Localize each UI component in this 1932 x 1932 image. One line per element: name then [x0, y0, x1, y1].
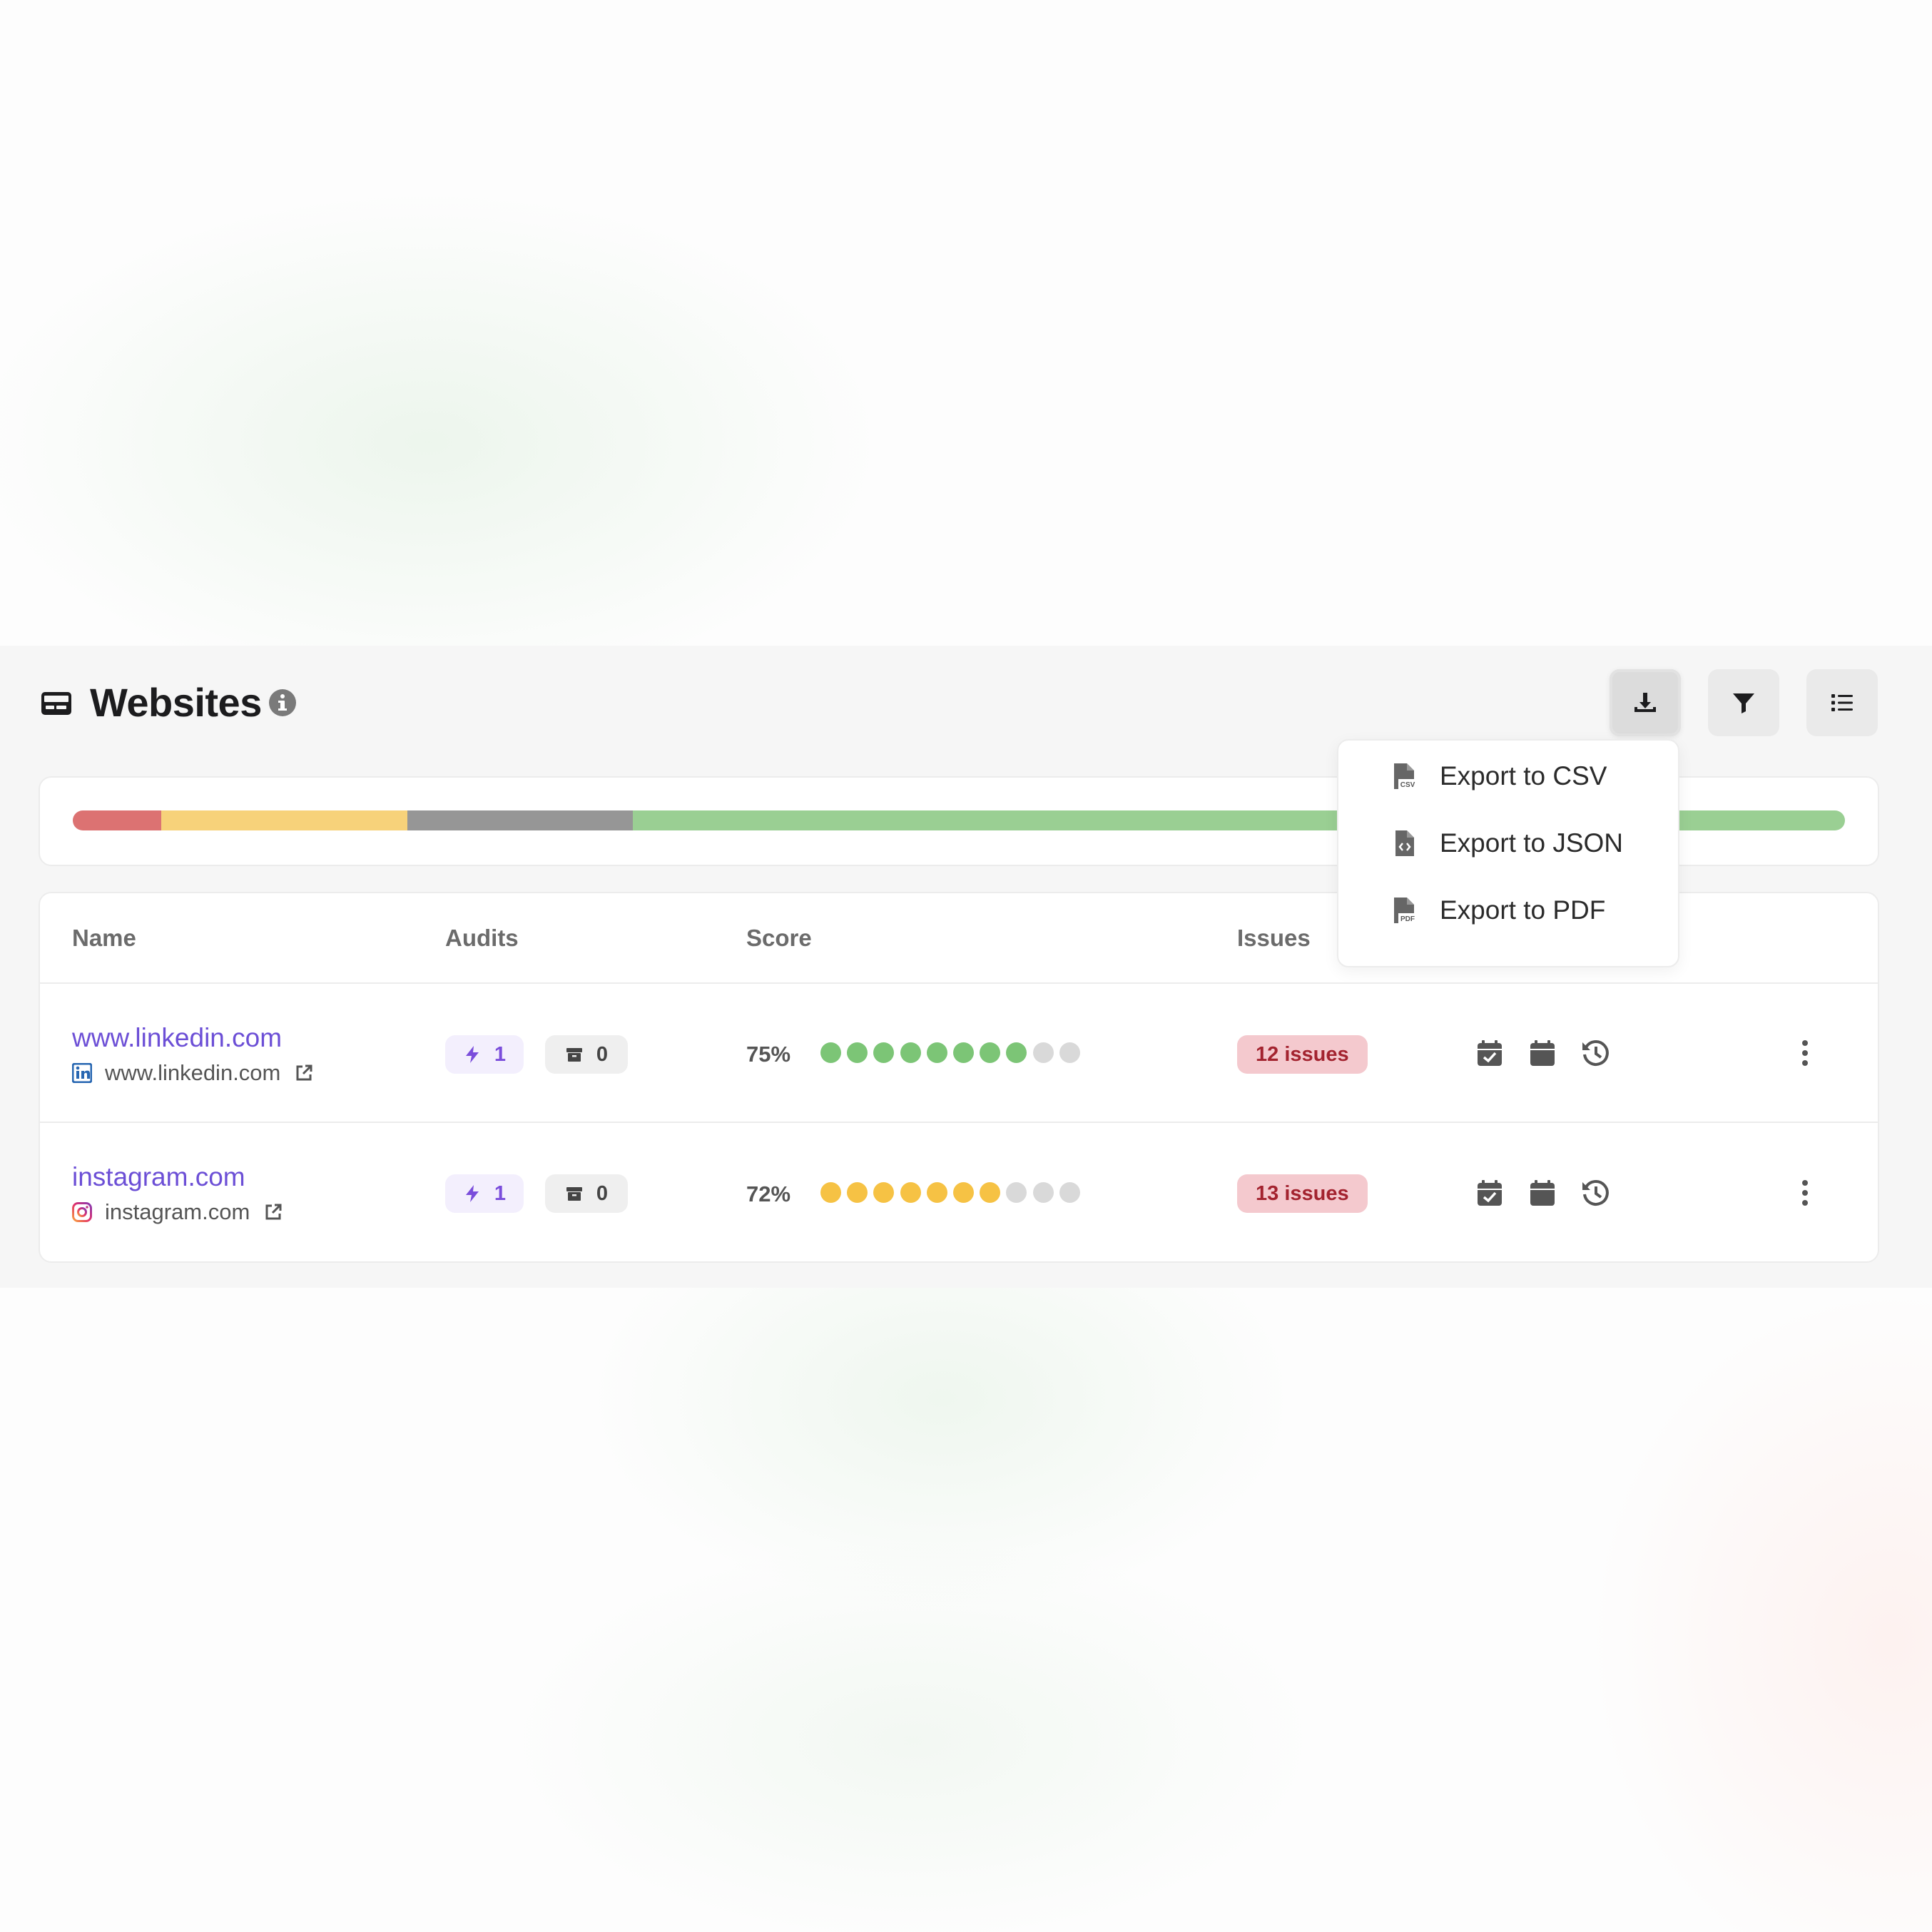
- score-percent: 75%: [746, 1042, 791, 1067]
- archived-audits-count: 0: [596, 1042, 609, 1066]
- archive-icon: [566, 1048, 582, 1062]
- page-title: Websites: [90, 680, 262, 725]
- bolt-icon: [465, 1185, 479, 1202]
- calendar-icon[interactable]: [1528, 1179, 1557, 1207]
- linkedin-icon: [72, 1063, 92, 1083]
- site-link[interactable]: instagram.com: [72, 1159, 245, 1195]
- issues-badge[interactable]: 13 issues: [1237, 1174, 1368, 1213]
- score-dot-filled: [953, 1042, 974, 1063]
- score-dot-filled: [980, 1182, 1001, 1203]
- calendar-check-icon[interactable]: [1475, 1039, 1504, 1067]
- csv-file-icon: CSV: [1394, 763, 1417, 789]
- history-icon[interactable]: [1581, 1179, 1610, 1207]
- columns-button[interactable]: [1806, 669, 1878, 736]
- pdf-file-icon: PDF: [1394, 898, 1417, 923]
- site-domain-text: instagram.com: [105, 1199, 250, 1224]
- score-dot-filled: [926, 1042, 947, 1063]
- code-file-icon: [1395, 830, 1414, 856]
- list-icon: [1831, 694, 1853, 711]
- score-percent: 72%: [746, 1181, 791, 1206]
- bolt-icon: [465, 1046, 479, 1063]
- score-dot-filled: [900, 1182, 921, 1203]
- instagram-icon: [72, 1202, 92, 1222]
- score-dot-empty: [1032, 1182, 1054, 1203]
- svg-text:CSV: CSV: [1400, 781, 1415, 789]
- calendar-icon[interactable]: [1528, 1039, 1557, 1067]
- export-button[interactable]: [1610, 669, 1681, 736]
- audit-runs-pill[interactable]: 1: [445, 1035, 524, 1074]
- audit-runs-pill[interactable]: 1: [445, 1174, 524, 1213]
- site-domain: www.linkedin.com: [72, 1059, 313, 1087]
- svg-text:PDF: PDF: [1400, 915, 1415, 923]
- calendar-check-icon[interactable]: [1475, 1179, 1504, 1207]
- score-dot-empty: [1059, 1042, 1080, 1063]
- issues-badge[interactable]: 12 issues: [1237, 1035, 1368, 1074]
- archive-icon: [566, 1187, 582, 1201]
- menu-item-export-csv[interactable]: CSV Export to CSV: [1393, 755, 1664, 798]
- site-link[interactable]: www.linkedin.com: [72, 1020, 282, 1056]
- audit-runs-count: 1: [494, 1042, 507, 1066]
- history-icon[interactable]: [1581, 1039, 1610, 1067]
- score-dot-empty: [1059, 1182, 1080, 1203]
- score-dot-filled: [847, 1182, 868, 1203]
- column-header-audits[interactable]: Audits: [445, 920, 519, 956]
- distribution-segment: [73, 810, 162, 830]
- archived-audits-pill[interactable]: 0: [545, 1174, 628, 1213]
- menu-item-label: Export to CSV: [1440, 761, 1607, 790]
- site-domain: instagram.com: [72, 1198, 283, 1226]
- more-options-icon[interactable]: [1799, 1179, 1811, 1207]
- download-icon: [1634, 693, 1656, 712]
- archived-audits-pill[interactable]: 0: [545, 1035, 628, 1074]
- score-dot-empty: [1032, 1042, 1054, 1063]
- filter-button[interactable]: [1708, 669, 1779, 736]
- distribution-segment: [407, 810, 633, 830]
- external-link-icon[interactable]: [264, 1203, 283, 1221]
- archived-audits-count: 0: [596, 1181, 609, 1205]
- distribution-segment: [161, 810, 408, 830]
- external-link-icon[interactable]: [295, 1064, 313, 1082]
- score-dot-filled: [980, 1042, 1001, 1063]
- header-divider: [40, 982, 1878, 984]
- menu-item-label: Export to JSON: [1440, 828, 1624, 858]
- filter-icon: [1733, 693, 1754, 713]
- score-dot-filled: [820, 1042, 841, 1063]
- info-icon[interactable]: [268, 688, 297, 717]
- export-menu: CSV Export to CSV Export to JSON PDF Exp…: [1337, 739, 1679, 967]
- site-domain-text: www.linkedin.com: [105, 1060, 281, 1085]
- menu-item-export-pdf[interactable]: PDF Export to PDF: [1393, 889, 1664, 932]
- score-dot-filled: [900, 1042, 921, 1063]
- score-dot-filled: [847, 1042, 868, 1063]
- column-header-name[interactable]: Name: [72, 920, 136, 956]
- menu-item-export-json[interactable]: Export to JSON: [1393, 822, 1664, 865]
- more-options-icon[interactable]: [1799, 1039, 1811, 1067]
- audit-runs-count: 1: [494, 1181, 507, 1205]
- column-header-issues[interactable]: Issues: [1237, 920, 1311, 956]
- menu-item-label: Export to PDF: [1440, 895, 1606, 925]
- score-dot-filled: [953, 1182, 974, 1203]
- id-card-icon: [41, 692, 71, 715]
- score-dot-filled: [820, 1182, 841, 1203]
- score-dot-filled: [926, 1182, 947, 1203]
- row-divider: [40, 1122, 1878, 1123]
- column-header-score[interactable]: Score: [746, 920, 812, 956]
